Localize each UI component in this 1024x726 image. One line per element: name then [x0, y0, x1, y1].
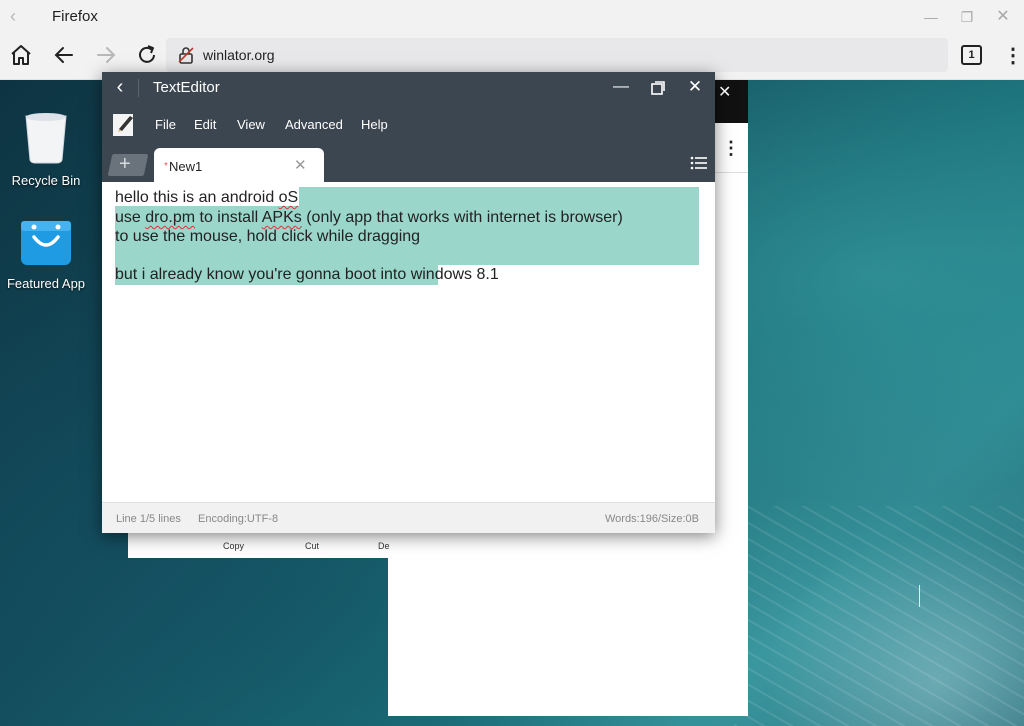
context-copy[interactable]: Copy [223, 541, 244, 551]
browser-titlebar: ‹ Firefox — ❐ ✕ [0, 0, 1024, 33]
list-icon[interactable] [690, 154, 708, 172]
texteditor-tabbar: + * New1 ✕ [102, 146, 715, 182]
chevron-left-icon[interactable]: ‹ [10, 6, 26, 26]
browser-title: Firefox [52, 8, 98, 25]
forward-icon[interactable] [94, 43, 118, 67]
text-cursor-icon [919, 585, 920, 607]
tab-close-icon[interactable]: ✕ [294, 156, 307, 174]
minimize-icon[interactable]: — [921, 7, 941, 27]
texteditor-window: ‹ TextEditor — ✕ File Edit View Advanced… [102, 72, 715, 533]
home-icon[interactable] [9, 43, 33, 67]
menu-edit[interactable]: Edit [194, 117, 216, 132]
menu-file[interactable]: File [155, 117, 176, 132]
tab-label: New1 [169, 159, 203, 174]
texteditor-titlebar: ‹ TextEditor — ✕ [102, 72, 715, 103]
kebab-menu-icon[interactable]: ⋮ [722, 138, 740, 159]
lock-icon[interactable] [176, 45, 196, 65]
status-encoding: Encoding:UTF-8 [198, 513, 279, 525]
desktop-icon-recycle-bin[interactable]: Recycle Bin [1, 110, 91, 188]
shopping-bag-icon [21, 221, 71, 265]
desktop-icon-featured-app[interactable]: Featured App [1, 213, 91, 291]
texteditor-app-icon [113, 114, 133, 136]
texteditor-title: TextEditor [153, 79, 220, 96]
back-icon[interactable]: ‹ [108, 75, 132, 99]
context-cut[interactable]: Cut [305, 541, 319, 551]
close-icon[interactable]: ✕ [993, 7, 1013, 27]
texteditor-menubar: File Edit View Advanced Help [102, 103, 715, 146]
recycle-bin-icon [25, 113, 67, 164]
titlebar-divider [138, 79, 139, 97]
text-area[interactable]: hello this is an android oS use dro.pm t… [102, 182, 715, 502]
featured-app-label: Featured App [6, 276, 86, 291]
context-delete[interactable]: De [378, 541, 390, 551]
menu-icon[interactable]: ⋮ [1003, 43, 1023, 68]
recycle-bin-label: Recycle Bin [11, 173, 81, 188]
menu-advanced[interactable]: Advanced [285, 117, 343, 132]
maximize-icon[interactable] [651, 81, 665, 95]
text-line-2: use dro.pm to install APKs (only app tha… [115, 209, 623, 226]
menu-view[interactable]: View [237, 117, 265, 132]
plus-icon: + [119, 153, 131, 175]
restore-icon[interactable]: ❐ [957, 7, 977, 27]
divider [715, 172, 748, 173]
text-line-1: hello this is an android oS [115, 189, 299, 206]
tab-new1[interactable]: * New1 ✕ [154, 148, 324, 182]
reload-icon[interactable] [135, 43, 159, 67]
menu-help[interactable]: Help [361, 117, 388, 132]
minimize-icon[interactable]: — [609, 75, 633, 99]
status-line: Line 1/5 lines [116, 513, 181, 525]
tab-modified-marker: * [164, 161, 168, 172]
close-icon[interactable]: ✕ [683, 75, 707, 99]
url-text[interactable]: winlator.org [203, 47, 275, 63]
tabs-counter-button[interactable]: 1 [961, 45, 982, 65]
wallpaper-foam [734, 506, 1024, 726]
back-icon[interactable] [52, 43, 76, 67]
close-icon[interactable]: ✕ [718, 82, 731, 102]
status-words: Words:196/Size:0B [605, 513, 699, 525]
status-bar: Line 1/5 lines Encoding:UTF-8 Words:196/… [102, 502, 715, 533]
context-menu-bar: Copy Cut De [128, 530, 390, 558]
text-line-5: but i already know you're gonna boot int… [115, 266, 499, 283]
url-bar[interactable]: winlator.org [166, 38, 948, 72]
text-line-3: to use the mouse, hold click while dragg… [115, 228, 421, 245]
